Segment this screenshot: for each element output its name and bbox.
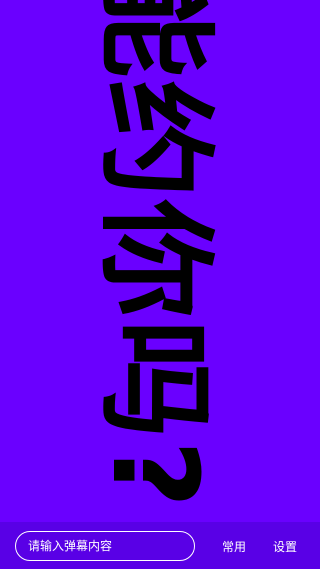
settings-button[interactable]: 设置 [273,535,297,557]
common-button[interactable]: 常用 [222,535,246,557]
danmaku-text: 能约你吗? [86,0,224,511]
danmaku-input[interactable] [15,531,195,561]
bottom-bar: 常用 设置 [0,522,320,569]
danmaku-display: 能约你吗? [0,0,320,522]
